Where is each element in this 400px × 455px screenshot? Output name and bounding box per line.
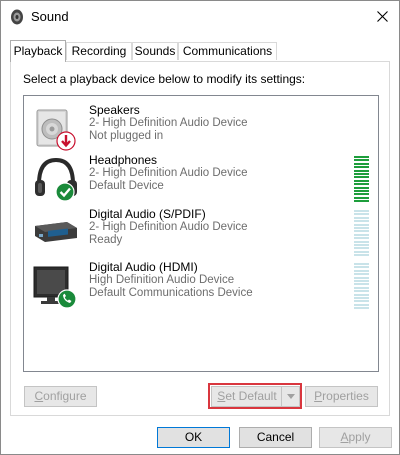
meter-segment (354, 293, 369, 296)
green-checkmark-icon (55, 182, 75, 202)
tab-recording[interactable]: Recording (66, 42, 132, 60)
device-info: Headphones 2- High Definition Audio Devi… (89, 154, 248, 193)
spdif-device-icon (35, 222, 77, 242)
device-driver: 2- High Definition Audio Device (89, 117, 248, 129)
device-status: Default Device (89, 180, 164, 192)
meter-segment (354, 283, 369, 286)
speaker-icon (11, 9, 23, 25)
meter-segment (354, 263, 369, 265)
meter-segment (354, 290, 369, 293)
meter-segment (354, 303, 369, 306)
meter-segment (354, 240, 369, 243)
device-name: Digital Audio (HDMI) (89, 260, 198, 274)
device-status: Not plugged in (89, 130, 164, 142)
meter-segment (354, 166, 369, 169)
meter-segment (354, 250, 369, 253)
meter-segment (354, 237, 369, 240)
meter-segment (354, 247, 369, 250)
headphones-icon (35, 157, 77, 202)
meter-segment (354, 279, 369, 282)
device-status: Ready (89, 234, 123, 246)
meter-segment (354, 307, 369, 310)
meter-segment (354, 220, 369, 223)
meter-segment (354, 216, 369, 219)
meter-segment (354, 243, 369, 246)
meter-segment (354, 156, 369, 158)
meter-segment (354, 276, 369, 279)
meter-segment (354, 172, 369, 175)
green-phone-icon (57, 289, 77, 309)
device-spdif[interactable]: Digital Audio (S/PDIF) 2- High Definitio… (24, 208, 378, 258)
meter-segment (354, 213, 369, 216)
meter-segment (354, 200, 369, 203)
meter-segment (354, 233, 369, 236)
meter-segment (354, 210, 369, 212)
meter-segment (354, 223, 369, 226)
meter-segment (354, 183, 369, 186)
apply-button[interactable]: Apply (319, 427, 392, 448)
ok-button[interactable]: OK (157, 427, 230, 448)
meter-segment (354, 189, 369, 192)
device-list[interactable]: Speakers 2- High Definition Audio Device… (23, 95, 379, 372)
meter-segment (354, 266, 369, 269)
close-icon (376, 11, 388, 22)
tab-sounds[interactable]: Sounds (132, 42, 178, 60)
device-name: Speakers (89, 103, 140, 117)
meter-segment (354, 176, 369, 179)
meter-segment (354, 286, 369, 289)
close-button[interactable] (365, 1, 399, 32)
meter-segment (354, 296, 369, 299)
set-default-dropdown[interactable] (281, 387, 299, 406)
device-name: Headphones (89, 153, 158, 167)
meter-segment (354, 159, 369, 162)
meter-segment (354, 186, 369, 189)
meter-segment (354, 254, 369, 257)
device-driver: High Definition Audio Device (89, 274, 235, 286)
device-name: Digital Audio (S/PDIF) (89, 207, 206, 221)
cancel-button[interactable]: Cancel (239, 427, 312, 448)
device-speakers[interactable]: Speakers 2- High Definition Audio Device… (24, 104, 378, 154)
device-driver: 2- High Definition Audio Device (89, 167, 248, 179)
meter-segment (354, 169, 369, 172)
device-info: Digital Audio (S/PDIF) 2- High Definitio… (89, 208, 248, 247)
speaker-device-icon (36, 109, 76, 151)
device-info: Digital Audio (HDMI) High Definition Aud… (89, 261, 253, 300)
meter-segment (354, 230, 369, 233)
device-hdmi[interactable]: Digital Audio (HDMI) High Definition Aud… (24, 261, 378, 311)
tab-communications[interactable]: Communications (178, 42, 277, 60)
set-default-button[interactable]: Set Default (211, 386, 300, 407)
level-meter (354, 263, 369, 310)
chevron-down-icon (286, 394, 295, 399)
meter-segment (354, 162, 369, 165)
tab-playback[interactable]: Playback (10, 40, 66, 62)
sound-dialog: Sound Playback Recording Sounds Communic… (0, 0, 400, 455)
red-down-arrow-icon (56, 131, 76, 151)
level-meter (354, 210, 369, 257)
instruction-text: Select a playback device below to modify… (23, 72, 306, 86)
device-headphones[interactable]: Headphones 2- High Definition Audio Devi… (24, 154, 378, 204)
meter-segment (354, 273, 369, 276)
device-info: Speakers 2- High Definition Audio Device… (89, 104, 248, 143)
device-status: Default Communications Device (89, 287, 253, 299)
monitor-icon (33, 266, 77, 309)
meter-segment (354, 193, 369, 196)
meter-segment (354, 300, 369, 303)
meter-segment (354, 226, 369, 229)
device-driver: 2- High Definition Audio Device (89, 221, 248, 233)
meter-segment (354, 179, 369, 182)
meter-segment (354, 269, 369, 272)
properties-button[interactable]: Properties (305, 386, 378, 407)
configure-button[interactable]: Configure (24, 386, 97, 407)
window-title: Sound (31, 9, 69, 24)
meter-segment (354, 196, 369, 199)
title-bar: Sound (1, 1, 399, 32)
level-meter (354, 156, 369, 203)
